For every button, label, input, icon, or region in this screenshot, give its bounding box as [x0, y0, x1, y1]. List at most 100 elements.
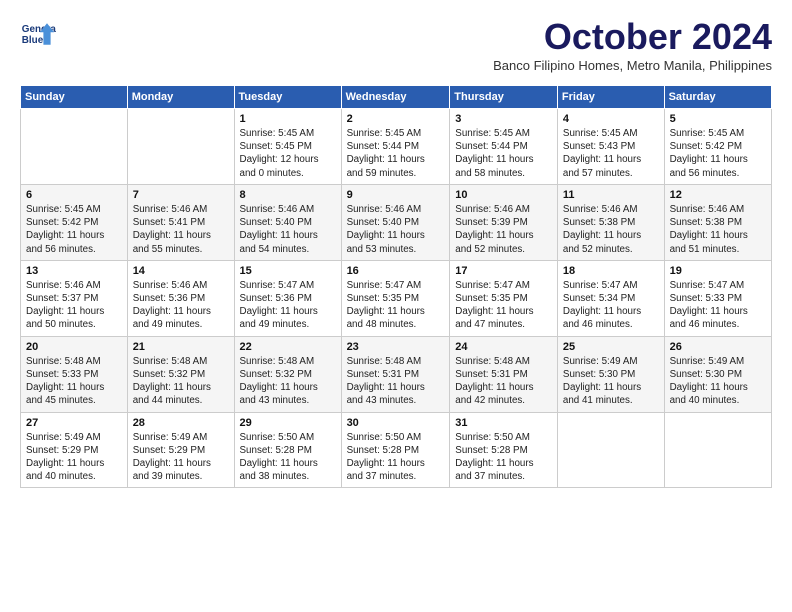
day-info: Sunrise: 5:49 AMSunset: 5:30 PMDaylight:…	[670, 355, 766, 408]
calendar-cell	[127, 109, 234, 185]
calendar-cell: 12 Sunrise: 5:46 AMSunset: 5:38 PMDayligh…	[664, 184, 771, 260]
calendar-cell: 1 Sunrise: 5:45 AMSunset: 5:45 PMDaylight…	[234, 109, 341, 185]
day-number: 17	[455, 265, 552, 277]
calendar-cell: 14 Sunrise: 5:46 AMSunset: 5:36 PMDayligh…	[127, 260, 234, 336]
calendar-cell: 5Sunrise: 5:45 AMSunset: 5:42 PMDaylight…	[664, 109, 771, 185]
calendar-cell: 28 Sunrise: 5:49 AMSunset: 5:29 PMDayligh…	[127, 412, 234, 488]
day-info: Sunrise: 5:47 AMSunset: 5:36 PMDaylight:…	[240, 279, 336, 332]
calendar-cell: 29 Sunrise: 5:50 AMSunset: 5:28 PMDayligh…	[234, 412, 341, 488]
day-info: Sunrise: 5:47 AMSunset: 5:35 PMDaylight:…	[347, 279, 445, 332]
calendar-cell	[557, 412, 664, 488]
day-number: 7	[133, 189, 229, 201]
weekday-header-tuesday: Tuesday	[234, 86, 341, 109]
day-info: Sunrise: 5:46 AMSunset: 5:36 PMDaylight:…	[133, 279, 229, 332]
day-number: 26	[670, 341, 766, 353]
day-info: Sunrise: 5:46 AMSunset: 5:39 PMDaylight:…	[455, 203, 552, 256]
day-info: Sunrise: 5:47 AMSunset: 5:34 PMDaylight:…	[563, 279, 659, 332]
day-info: Sunrise: 5:46 AMSunset: 5:38 PMDaylight:…	[563, 203, 659, 256]
subtitle: Banco Filipino Homes, Metro Manila, Phil…	[493, 58, 772, 73]
weekday-header-saturday: Saturday	[664, 86, 771, 109]
day-number: 31	[455, 417, 552, 429]
day-info: Sunrise: 5:45 AMSunset: 5:45 PMDaylight:…	[240, 127, 336, 180]
calendar-cell: 24 Sunrise: 5:48 AMSunset: 5:31 PMDayligh…	[450, 336, 558, 412]
day-number: 20	[26, 341, 122, 353]
day-info: Sunrise: 5:48 AMSunset: 5:31 PMDaylight:…	[347, 355, 445, 408]
day-info: Sunrise: 5:46 AMSunset: 5:40 PMDaylight:…	[347, 203, 445, 256]
logo-icon: General Blue	[20, 16, 56, 52]
day-info: Sunrise: 5:46 AMSunset: 5:41 PMDaylight:…	[133, 203, 229, 256]
page-header: General Blue October 2024 Banco Filipino…	[20, 16, 772, 81]
calendar-cell: 23 Sunrise: 5:48 AMSunset: 5:31 PMDayligh…	[341, 336, 450, 412]
day-info: Sunrise: 5:46 AMSunset: 5:40 PMDaylight:…	[240, 203, 336, 256]
day-info: Sunrise: 5:48 AMSunset: 5:32 PMDaylight:…	[133, 355, 229, 408]
day-info: Sunrise: 5:45 AMSunset: 5:44 PMDaylight:…	[455, 127, 552, 180]
logo: General Blue	[20, 16, 56, 52]
day-info: Sunrise: 5:47 AMSunset: 5:35 PMDaylight:…	[455, 279, 552, 332]
day-number: 29	[240, 417, 336, 429]
day-info: Sunrise: 5:49 AMSunset: 5:30 PMDaylight:…	[563, 355, 659, 408]
calendar-table: SundayMondayTuesdayWednesdayThursdayFrid…	[20, 85, 772, 488]
day-number: 21	[133, 341, 229, 353]
calendar-cell: 10 Sunrise: 5:46 AMSunset: 5:39 PMDayligh…	[450, 184, 558, 260]
calendar-cell: 8 Sunrise: 5:46 AMSunset: 5:40 PMDaylight…	[234, 184, 341, 260]
day-number: 11	[563, 189, 659, 201]
month-title: October 2024	[493, 16, 772, 58]
day-number: 27	[26, 417, 122, 429]
day-info: Sunrise: 5:48 AMSunset: 5:32 PMDaylight:…	[240, 355, 336, 408]
calendar-cell: 3Sunrise: 5:45 AMSunset: 5:44 PMDaylight…	[450, 109, 558, 185]
day-info: Sunrise: 5:48 AMSunset: 5:31 PMDaylight:…	[455, 355, 552, 408]
calendar-cell: 25Sunrise: 5:49 AMSunset: 5:30 PMDayligh…	[557, 336, 664, 412]
day-info: Sunrise: 5:48 AMSunset: 5:33 PMDaylight:…	[26, 355, 122, 408]
day-info: Sunrise: 5:45 AMSunset: 5:43 PMDaylight:…	[563, 127, 659, 180]
day-number: 22	[240, 341, 336, 353]
day-number: 19	[670, 265, 766, 277]
day-info: Sunrise: 5:50 AMSunset: 5:28 PMDaylight:…	[347, 431, 445, 484]
calendar-cell: 20 Sunrise: 5:48 AMSunset: 5:33 PMDayligh…	[21, 336, 128, 412]
day-number: 1	[240, 113, 336, 125]
day-number: 23	[347, 341, 445, 353]
day-info: Sunrise: 5:49 AMSunset: 5:29 PMDaylight:…	[26, 431, 122, 484]
day-number: 2	[347, 113, 445, 125]
calendar-cell	[21, 109, 128, 185]
calendar-cell: 11 Sunrise: 5:46 AMSunset: 5:38 PMDayligh…	[557, 184, 664, 260]
day-info: Sunrise: 5:46 AMSunset: 5:38 PMDaylight:…	[670, 203, 766, 256]
calendar-cell: 16 Sunrise: 5:47 AMSunset: 5:35 PMDayligh…	[341, 260, 450, 336]
day-info: Sunrise: 5:50 AMSunset: 5:28 PMDaylight:…	[455, 431, 552, 484]
day-number: 18	[563, 265, 659, 277]
day-number: 15	[240, 265, 336, 277]
month-title-block: October 2024 Banco Filipino Homes, Metro…	[493, 16, 772, 81]
day-info: Sunrise: 5:47 AMSunset: 5:33 PMDaylight:…	[670, 279, 766, 332]
calendar-cell: 27 Sunrise: 5:49 AMSunset: 5:29 PMDayligh…	[21, 412, 128, 488]
day-number: 4	[563, 113, 659, 125]
svg-text:Blue: Blue	[22, 35, 44, 46]
day-number: 28	[133, 417, 229, 429]
calendar-cell: 26 Sunrise: 5:49 AMSunset: 5:30 PMDayligh…	[664, 336, 771, 412]
day-number: 8	[240, 189, 336, 201]
calendar-cell: 7 Sunrise: 5:46 AMSunset: 5:41 PMDaylight…	[127, 184, 234, 260]
day-number: 12	[670, 189, 766, 201]
calendar-cell	[664, 412, 771, 488]
day-number: 14	[133, 265, 229, 277]
day-info: Sunrise: 5:46 AMSunset: 5:37 PMDaylight:…	[26, 279, 122, 332]
calendar-cell: 30 Sunrise: 5:50 AMSunset: 5:28 PMDayligh…	[341, 412, 450, 488]
calendar-cell: 31 Sunrise: 5:50 AMSunset: 5:28 PMDayligh…	[450, 412, 558, 488]
day-info: Sunrise: 5:49 AMSunset: 5:29 PMDaylight:…	[133, 431, 229, 484]
weekday-header-monday: Monday	[127, 86, 234, 109]
day-number: 16	[347, 265, 445, 277]
calendar-cell: 13Sunrise: 5:46 AMSunset: 5:37 PMDayligh…	[21, 260, 128, 336]
weekday-header-wednesday: Wednesday	[341, 86, 450, 109]
day-info: Sunrise: 5:45 AMSunset: 5:42 PMDaylight:…	[26, 203, 122, 256]
calendar-cell: 6Sunrise: 5:45 AMSunset: 5:42 PMDaylight…	[21, 184, 128, 260]
calendar-cell: 4 Sunrise: 5:45 AMSunset: 5:43 PMDaylight…	[557, 109, 664, 185]
weekday-header-sunday: Sunday	[21, 86, 128, 109]
day-number: 30	[347, 417, 445, 429]
day-info: Sunrise: 5:45 AMSunset: 5:44 PMDaylight:…	[347, 127, 445, 180]
day-number: 10	[455, 189, 552, 201]
calendar-cell: 2 Sunrise: 5:45 AMSunset: 5:44 PMDaylight…	[341, 109, 450, 185]
day-number: 24	[455, 341, 552, 353]
day-info: Sunrise: 5:50 AMSunset: 5:28 PMDaylight:…	[240, 431, 336, 484]
weekday-header-friday: Friday	[557, 86, 664, 109]
calendar-cell: 15 Sunrise: 5:47 AMSunset: 5:36 PMDayligh…	[234, 260, 341, 336]
calendar-cell: 17 Sunrise: 5:47 AMSunset: 5:35 PMDayligh…	[450, 260, 558, 336]
weekday-header-thursday: Thursday	[450, 86, 558, 109]
